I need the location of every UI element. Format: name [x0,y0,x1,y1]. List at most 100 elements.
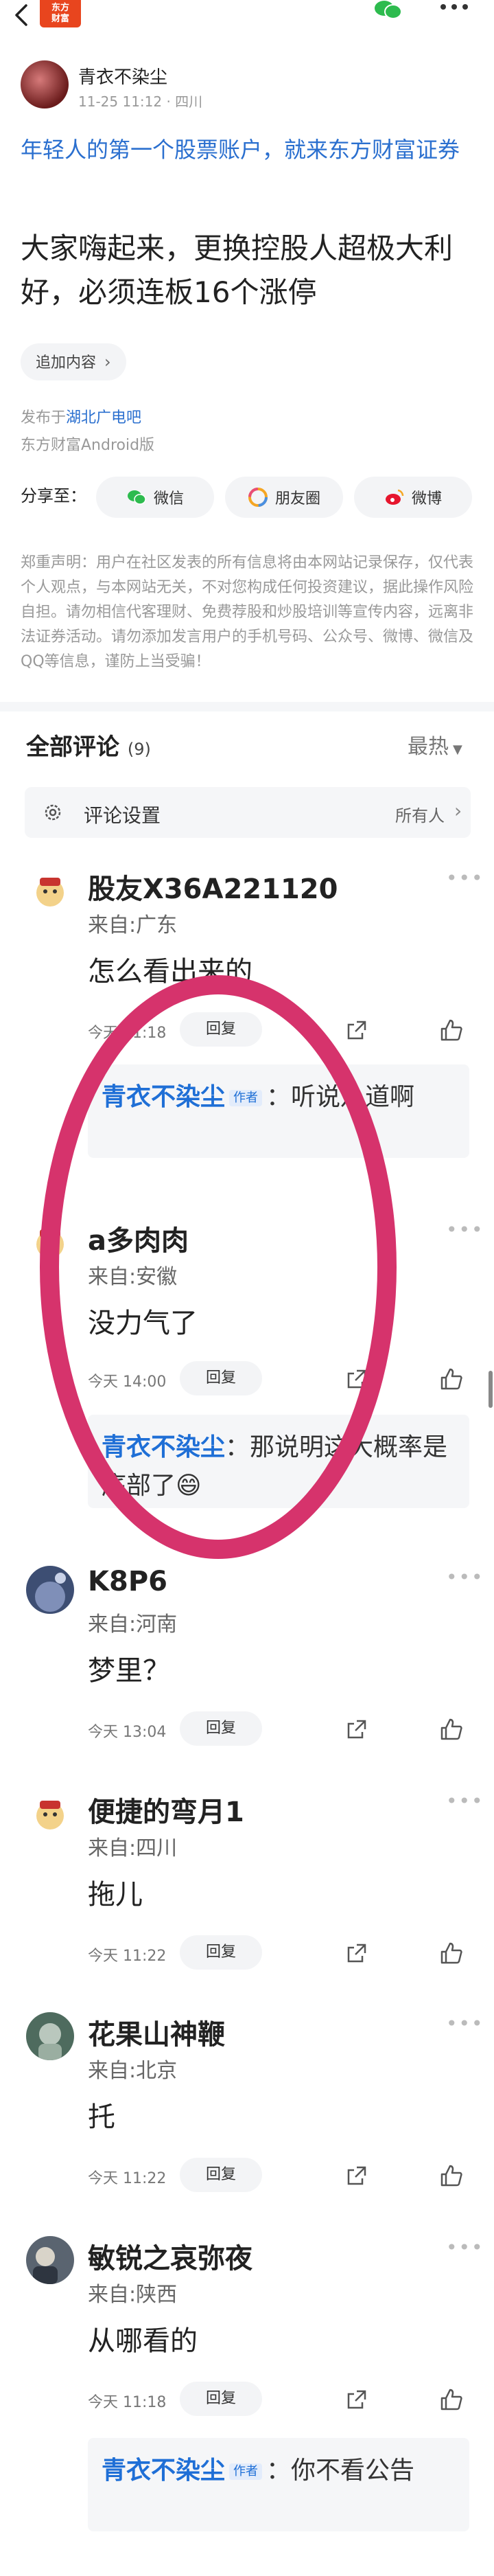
commenter-location: 来自:四川 [88,1836,178,1860]
add-content-button[interactable]: 追加内容 › [21,343,126,380]
comment-time: 今天 13:04 [88,1724,167,1741]
disclaimer: 郑重声明：用户在社区发表的所有信息将由本网站记录保存，仅代表个人观点，与本网站无… [21,554,474,670]
comment-item: 花果山神鞭 来自:北京 托 ••• [0,2012,494,2133]
published-in: 发布于湖北广电吧 [21,409,142,426]
comment-text: 梦里？ [88,1655,170,1687]
share-icon[interactable] [344,2163,369,2188]
comment-settings-value: 所有人 [395,806,445,825]
commenter-avatar[interactable] [26,1566,74,1614]
commenter-name[interactable]: K8P6 [88,1566,167,1597]
sort-dropdown[interactable]: 最热 ▼ [408,729,462,760]
comment-text: 从哪看的 [88,2325,198,2357]
author-reply[interactable]: 青衣不染尘：那说明这大概率是底部了😄 [88,1415,469,1508]
like-icon[interactable] [439,1018,464,1042]
wechat-icon[interactable] [370,0,405,19]
comment-item: 股友X36A221120 来自:广东 怎么看出来的 ••• [0,867,494,988]
commenter-avatar[interactable] [26,2012,74,2060]
comment-settings-bar[interactable]: 评论设置 所有人 › [25,787,471,838]
more-icon[interactable]: ••• [446,1566,484,1588]
commenter-name[interactable]: 敏锐之哀弥夜 [88,2236,252,2276]
comment-text: 怎么看出来的 [88,956,252,988]
reply-author-name[interactable]: 青衣不染尘 [102,2457,225,2485]
comment-time: 今天 11:22 [88,1948,167,1965]
author-tag: 作者 [229,2463,263,2480]
app-logo: 东方 财富 [40,0,81,27]
share-icon[interactable] [344,1717,369,1742]
reply-button[interactable]: 回复 [180,2382,262,2416]
chevron-right-icon: › [454,799,462,822]
share-icon[interactable] [344,1367,369,1391]
comment-actions: 今天 13:04 回复 [0,1711,494,1746]
reply-button[interactable]: 回复 [180,1935,262,1970]
reply-button[interactable]: 回复 [180,1012,262,1047]
share-moments-button[interactable]: 朋友圈 [225,477,343,518]
author-reply[interactable]: 青衣不染尘 作者 ：听说八道啊 [88,1064,469,1158]
client-info: 东方财富Android版 [21,437,155,454]
comment-time: 今天 11:22 [88,2170,167,2187]
comment-item: a多肉肉 来自:安徽 没力气了 ••• [0,1218,494,1339]
wechat-icon [126,487,147,508]
commenter-avatar[interactable] [26,867,74,915]
commenter-name[interactable]: a多肉肉 [88,1218,189,1258]
bar-link[interactable]: 湖北广电吧 [66,409,141,426]
more-icon[interactable]: ••• [446,2012,484,2035]
reply-button[interactable]: 回复 [180,1711,262,1746]
share-weibo-button[interactable]: 微博 [354,477,472,518]
share-icon[interactable] [344,2387,369,2412]
comment-settings-label: 评论设置 [84,804,161,827]
more-icon[interactable]: ••• [446,867,484,889]
like-icon[interactable] [439,1717,464,1742]
author-name[interactable]: 青衣不染尘 [78,63,167,89]
share-icon[interactable] [344,1018,369,1042]
moments-icon [248,487,268,508]
scrollbar[interactable] [489,1371,493,1408]
more-icon[interactable] [434,0,475,21]
comment-time: 今天 11:18 [88,2394,167,2411]
reply-author-name[interactable]: 青衣不染尘 [102,1083,225,1111]
section-divider [0,702,494,711]
commenter-name[interactable]: 股友X36A221120 [88,867,338,907]
commenter-location: 来自:陕西 [88,2283,178,2307]
like-icon[interactable] [439,2387,464,2412]
gear-icon [41,801,64,824]
author-avatar[interactable] [21,60,69,109]
comment-time: 今天 11:18 [88,1025,167,1042]
post-title: 大家嗨起来，更换控股人超极大利好，必须连板16个涨停 [21,231,454,309]
back-icon[interactable] [10,1,37,29]
share-wechat-button[interactable]: 微信 [96,477,214,518]
comment-text: 托 [88,2101,115,2133]
commenter-location: 来自:广东 [88,913,178,937]
reply-text: ：你不看公告 [266,2457,415,2485]
more-icon[interactable]: ••• [446,1218,484,1241]
reply-button[interactable]: 回复 [180,2158,262,2192]
commenter-location: 来自:河南 [88,1612,178,1637]
author-reply[interactable]: 青衣不染尘 作者 ：你不看公告 [88,2438,469,2531]
commenter-avatar[interactable] [26,2236,74,2284]
more-icon[interactable]: ••• [446,2236,484,2259]
author-row[interactable]: 青衣不染尘 11-25 11:12 · 四川 [21,60,473,110]
commenter-name[interactable]: 便捷的弯月1 [88,1790,244,1830]
reply-author-name[interactable]: 青衣不染尘 [102,1433,225,1461]
promo-link[interactable]: 年轻人的第一个股票账户，就来东方财富证券 [21,132,477,168]
like-icon[interactable] [439,1367,464,1391]
commenter-avatar[interactable] [26,1218,74,1266]
commenter-name[interactable]: 花果山神鞭 [88,2012,225,2052]
comment-actions: 今天 11:18 回复 [0,1012,494,1047]
share-label: 分享至： [21,486,86,505]
share-icon[interactable] [344,1941,369,1965]
commenter-location: 来自:北京 [88,2059,178,2083]
chevron-right-icon: › [104,352,111,372]
commenter-location: 来自:安徽 [88,1265,178,1289]
commenter-avatar[interactable] [26,1790,74,1838]
comment-actions: 今天 11:22 回复 [0,1935,494,1970]
comment-text: 没力气了 [88,1308,198,1339]
more-icon[interactable]: ••• [446,1790,484,1812]
reply-button[interactable]: 回复 [180,1361,262,1395]
comment-time: 今天 14:00 [88,1374,167,1391]
like-icon[interactable] [439,2163,464,2188]
like-icon[interactable] [439,1941,464,1965]
comments-header: 全部评论 (9) [26,733,151,761]
author-tag: 作者 [229,1090,263,1106]
comment-text: 拖儿 [88,1879,143,1911]
comment-actions: 今天 11:22 回复 [0,2158,494,2192]
